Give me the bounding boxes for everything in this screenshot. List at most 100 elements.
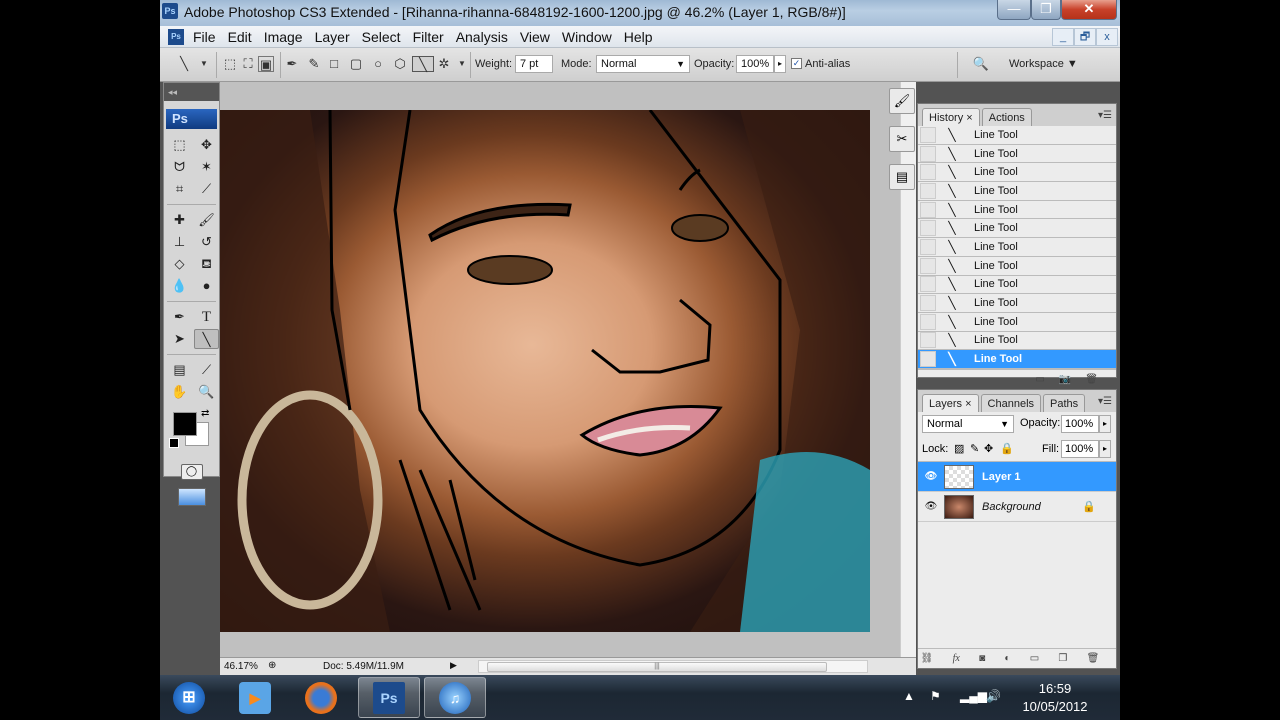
menu-help[interactable]: Help: [624, 29, 660, 45]
marquee-tool-icon[interactable]: ⬚: [167, 135, 192, 155]
blur-tool-icon[interactable]: 💧: [167, 276, 192, 296]
history-item[interactable]: ╲ Line Tool: [918, 238, 1116, 257]
dodge-tool-icon[interactable]: ●: [194, 276, 219, 296]
tab-layers[interactable]: Layers ×: [922, 394, 979, 412]
zoom-preview-icon[interactable]: ⊕: [268, 660, 276, 671]
snapshot-source-box[interactable]: [920, 145, 936, 162]
pen-tool-icon[interactable]: ✒: [284, 56, 300, 72]
lock-all-icon[interactable]: 🔒: [1000, 442, 1014, 455]
lock-position-icon[interactable]: ✥: [984, 442, 993, 455]
snapshot-source-box[interactable]: [920, 182, 936, 199]
brush-tool-icon[interactable]: 🖌: [194, 210, 219, 230]
notes-tool-icon[interactable]: ▤: [167, 360, 192, 380]
line-tool-preset-icon[interactable]: ╲: [176, 56, 192, 72]
tools-icon[interactable]: ✂: [889, 126, 915, 152]
layer-comps-icon[interactable]: ▤: [889, 164, 915, 190]
panel-menu-icon[interactable]: ▾☰: [1098, 110, 1112, 121]
new-document-from-state-icon[interactable]: ▭: [1035, 374, 1044, 385]
visibility-eye-icon[interactable]: 👁: [922, 471, 940, 482]
snapshot-source-box[interactable]: [920, 257, 936, 274]
adjustment-layer-icon[interactable]: ◐: [1004, 653, 1010, 664]
weight-input[interactable]: 7 pt: [515, 55, 553, 73]
snapshot-source-box[interactable]: [920, 164, 936, 181]
history-item[interactable]: ╲ Line Tool: [918, 145, 1116, 164]
crop-tool-icon[interactable]: ⌗: [167, 179, 192, 199]
document-icon[interactable]: Ps: [168, 29, 184, 45]
new-snapshot-icon[interactable]: 📷: [1059, 374, 1071, 385]
layer-mask-icon[interactable]: ◙: [979, 653, 985, 664]
history-item[interactable]: ╲ Line Tool: [918, 350, 1116, 369]
action-center-icon[interactable]: ⚑: [930, 689, 941, 703]
panel-menu-icon[interactable]: ▾☰: [1098, 396, 1112, 407]
history-item[interactable]: ╲ Line Tool: [918, 201, 1116, 220]
taskbar-firefox[interactable]: [290, 677, 352, 718]
snapshot-source-box[interactable]: [920, 126, 936, 143]
snapshot-source-box[interactable]: [920, 332, 936, 349]
menu-image[interactable]: Image: [264, 29, 310, 45]
clock[interactable]: 16:59 10/05/2012: [1010, 680, 1100, 716]
zoom-tool-icon[interactable]: 🔍: [194, 382, 219, 402]
horizontal-scrollbar[interactable]: |||: [478, 660, 868, 673]
type-tool-icon[interactable]: T: [194, 307, 219, 327]
delete-state-icon[interactable]: 🗑: [1085, 374, 1098, 385]
path-selection-icon[interactable]: ➤: [167, 329, 192, 349]
opacity-slider-button[interactable]: ▸: [1099, 415, 1111, 433]
snapshot-source-box[interactable]: [920, 220, 936, 237]
line-tool-icon[interactable]: ╲: [194, 329, 219, 349]
lasso-tool-icon[interactable]: ᗢ: [167, 157, 192, 177]
tab-actions[interactable]: Actions: [981, 108, 1032, 126]
menu-window[interactable]: Window: [562, 29, 619, 45]
taskbar-media-player[interactable]: ▶: [224, 677, 286, 718]
shape-layers-icon[interactable]: ⬚: [222, 56, 238, 72]
doc-minimize-button[interactable]: _: [1052, 28, 1074, 46]
clone-stamp-icon[interactable]: ⊥: [167, 232, 192, 252]
workspace-button[interactable]: Workspace ▼: [1009, 58, 1078, 70]
paint-bucket-icon[interactable]: ⛾: [194, 254, 219, 274]
move-tool-icon[interactable]: ✥: [194, 135, 219, 155]
rounded-rectangle-icon[interactable]: ▢: [348, 56, 364, 72]
fill-pixels-icon[interactable]: ▣: [258, 56, 274, 72]
menu-edit[interactable]: Edit: [228, 29, 259, 45]
link-layers-icon[interactable]: ⛓: [921, 653, 934, 664]
menu-layer[interactable]: Layer: [315, 29, 357, 45]
show-hidden-icons[interactable]: ▲: [903, 689, 915, 703]
lock-transparent-icon[interactable]: ▨: [954, 442, 964, 455]
taskbar-itunes[interactable]: ♫: [424, 677, 486, 718]
foreground-color[interactable]: [173, 412, 197, 436]
doc-close-button[interactable]: x: [1096, 28, 1118, 46]
photoshop-logo[interactable]: Ps: [166, 109, 217, 129]
taskbar-photoshop[interactable]: Ps: [358, 677, 420, 718]
history-item[interactable]: ╲ Line Tool: [918, 257, 1116, 276]
ellipse-tool-icon[interactable]: ○: [370, 56, 386, 72]
blend-mode-select[interactable]: Normal ▼: [922, 415, 1014, 433]
zoom-level[interactable]: 46.17%: [224, 661, 258, 672]
layer-row[interactable]: 👁 Layer 1: [918, 462, 1116, 492]
opacity-slider-button[interactable]: ▸: [774, 55, 786, 73]
close-button[interactable]: ✕: [1061, 0, 1117, 20]
scrollbar-thumb[interactable]: |||: [487, 662, 827, 672]
menu-filter[interactable]: Filter: [413, 29, 451, 45]
history-item[interactable]: ╲ Line Tool: [918, 276, 1116, 295]
doc-restore-button[interactable]: 🗗: [1074, 28, 1096, 46]
freeform-pen-icon[interactable]: ✎: [306, 56, 322, 72]
rectangle-tool-icon[interactable]: □: [326, 56, 342, 72]
tab-channels[interactable]: Channels: [980, 394, 1042, 412]
visibility-eye-icon[interactable]: 👁: [922, 501, 940, 512]
paths-icon[interactable]: ⛶: [240, 56, 256, 72]
lock-image-icon[interactable]: ✎: [970, 442, 979, 455]
custom-shape-icon[interactable]: ✲: [436, 56, 452, 72]
fill-slider-button[interactable]: ▸: [1099, 440, 1111, 458]
history-item[interactable]: ╲ Line Tool: [918, 332, 1116, 351]
minimize-button[interactable]: —: [997, 0, 1031, 20]
menu-view[interactable]: View: [520, 29, 557, 45]
layer-style-icon[interactable]: fx: [953, 653, 960, 664]
fill-input[interactable]: 100%: [1061, 440, 1099, 458]
tab-history[interactable]: History ×: [922, 108, 980, 126]
maximize-button[interactable]: ❐: [1031, 0, 1061, 20]
status-menu-arrow[interactable]: ▶: [450, 660, 457, 671]
line-tool-icon[interactable]: ╲: [412, 56, 434, 72]
eyedropper-icon[interactable]: ⟋: [194, 360, 219, 380]
slice-tool-icon[interactable]: ⟋: [194, 179, 219, 199]
layer-opacity-input[interactable]: 100%: [1061, 415, 1099, 433]
history-item[interactable]: ╲ Line Tool: [918, 163, 1116, 183]
